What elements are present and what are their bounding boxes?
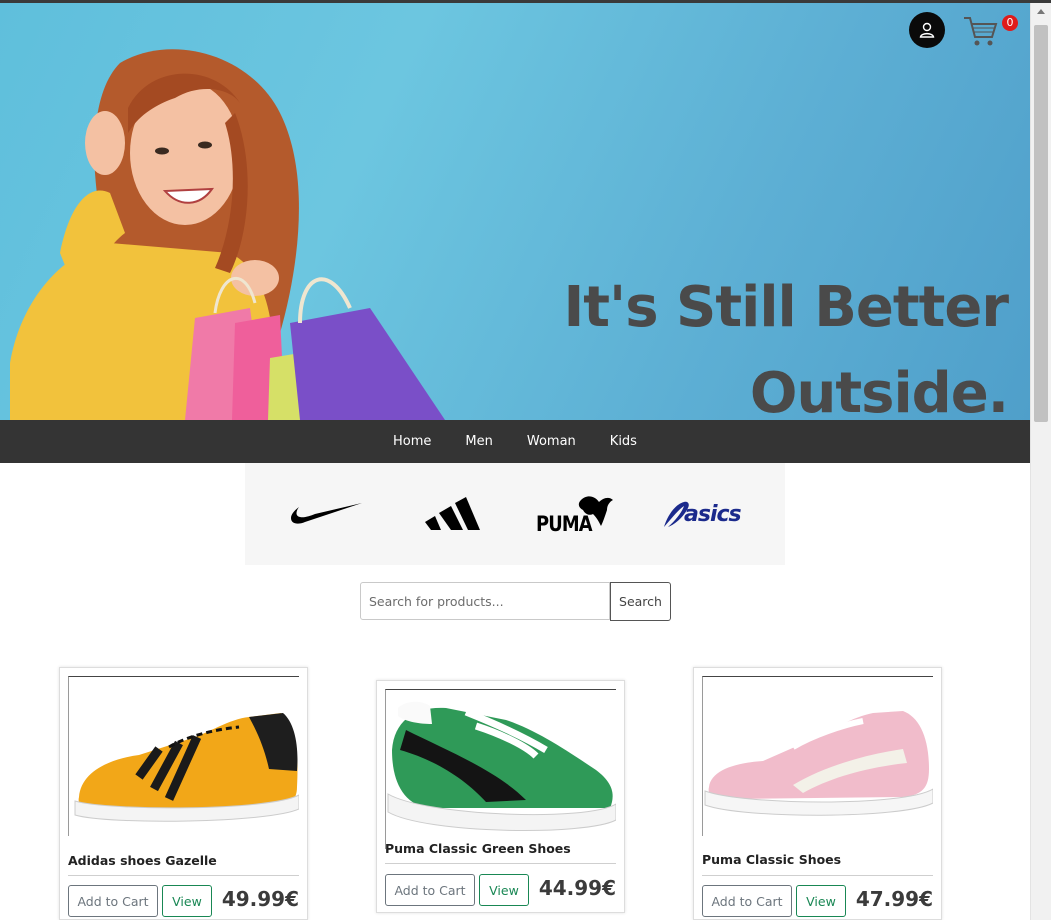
product-price: 47.99€	[855, 887, 933, 911]
sneaker-image	[387, 701, 616, 831]
hero-image-woman-with-bags	[10, 49, 445, 420]
product-image[interactable]	[68, 676, 299, 836]
hero-banner: It's Still Better Outside. 0	[0, 3, 1030, 420]
main-nav: Home Men Woman Kids	[0, 420, 1030, 463]
nike-logo[interactable]	[290, 500, 363, 528]
asics-logo-text: asics	[684, 502, 742, 527]
add-to-cart-button[interactable]: Add to Cart	[385, 874, 475, 906]
cart-icon[interactable]	[962, 14, 998, 48]
hero-headline-line2: Outside.	[749, 361, 1009, 420]
nav-woman[interactable]: Woman	[527, 434, 576, 449]
nav-kids[interactable]: Kids	[610, 434, 637, 449]
divider	[68, 875, 299, 876]
divider	[702, 875, 933, 876]
view-button[interactable]: View	[162, 885, 212, 917]
product-card: Puma Classic Shoes Add to Cart View 47.9…	[693, 667, 942, 920]
vertical-scrollbar[interactable]	[1030, 3, 1051, 920]
user-icon	[919, 22, 935, 38]
add-to-cart-button[interactable]: Add to Cart	[68, 885, 158, 917]
view-button[interactable]: View	[796, 885, 846, 917]
sneaker-image	[704, 711, 933, 816]
hero-headline: It's Still Better Outside.	[563, 265, 1009, 420]
search-button[interactable]: Search	[610, 582, 671, 621]
product-card: Puma Classic Green Shoes Add to Cart Vie…	[376, 680, 625, 913]
scroll-up-arrow-icon[interactable]	[1037, 9, 1045, 14]
cart-count-badge: 0	[1002, 15, 1018, 31]
nav-men[interactable]: Men	[465, 434, 492, 449]
product-price: 49.99€	[221, 887, 299, 911]
scrollbar-thumb[interactable]	[1034, 25, 1048, 422]
hero-headline-line1: It's Still Better	[563, 275, 1009, 340]
product-name: Puma Classic Shoes	[702, 852, 842, 867]
puma-logo[interactable]: PUMA	[535, 492, 621, 538]
search-input[interactable]	[360, 582, 610, 620]
brand-strip: PUMA asics	[245, 463, 785, 565]
view-button[interactable]: View	[479, 874, 529, 906]
adidas-logo[interactable]	[423, 496, 481, 532]
nav-home[interactable]: Home	[393, 434, 431, 449]
account-button[interactable]	[909, 12, 945, 48]
puma-logo-text: PUMA	[536, 512, 593, 536]
divider	[385, 863, 616, 864]
product-image[interactable]	[385, 689, 616, 849]
page: It's Still Better Outside. 0 Home Men Wo…	[0, 3, 1030, 920]
sneaker-image	[74, 713, 299, 822]
asics-logo[interactable]: asics	[662, 500, 744, 530]
product-price: 44.99€	[538, 876, 616, 900]
add-to-cart-button[interactable]: Add to Cart	[702, 885, 792, 917]
product-image[interactable]	[702, 676, 933, 836]
product-name: Puma Classic Green Shoes	[385, 841, 571, 856]
product-card: Adidas shoes Gazelle Add to Cart View 49…	[59, 667, 308, 920]
product-name: Adidas shoes Gazelle	[68, 853, 217, 868]
